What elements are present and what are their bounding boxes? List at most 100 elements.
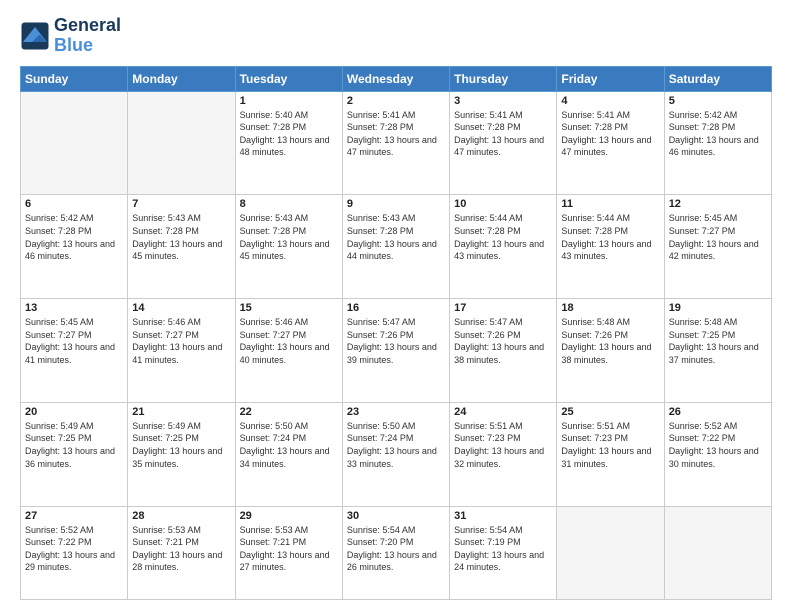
day-info: Sunrise: 5:43 AM Sunset: 7:28 PM Dayligh… [132, 212, 230, 262]
calendar-cell: 10 Sunrise: 5:44 AM Sunset: 7:28 PM Dayli… [450, 195, 557, 299]
day-info: Sunrise: 5:43 AM Sunset: 7:28 PM Dayligh… [240, 212, 338, 262]
day-info: Sunrise: 5:41 AM Sunset: 7:28 PM Dayligh… [561, 109, 659, 159]
calendar-header-row: SundayMondayTuesdayWednesdayThursdayFrid… [21, 66, 772, 91]
day-number: 6 [25, 198, 123, 210]
day-info: Sunrise: 5:43 AM Sunset: 7:28 PM Dayligh… [347, 212, 445, 262]
calendar-cell [664, 506, 771, 599]
calendar-cell: 1 Sunrise: 5:40 AM Sunset: 7:28 PM Daylig… [235, 91, 342, 195]
day-number: 15 [240, 302, 338, 314]
day-info: Sunrise: 5:50 AM Sunset: 7:24 PM Dayligh… [347, 420, 445, 470]
day-number: 10 [454, 198, 552, 210]
calendar-cell: 12Sunrise: 5:45 AM Sunset: 7:27 PM Dayli… [664, 195, 771, 299]
day-number: 7 [132, 198, 230, 210]
day-info: Sunrise: 5:41 AM Sunset: 7:28 PM Dayligh… [347, 109, 445, 159]
calendar-cell: 24 Sunrise: 5:51 AM Sunset: 7:23 PM Dayli… [450, 402, 557, 506]
calendar-week-3: 13 Sunrise: 5:45 AM Sunset: 7:27 PM Dayli… [21, 299, 772, 403]
day-info: Sunrise: 5:45 AM Sunset: 7:27 PM Dayligh… [25, 316, 123, 366]
calendar-cell: 26 Sunrise: 5:52 AM Sunset: 7:22 PM Dayli… [664, 402, 771, 506]
calendar-cell: 21 Sunrise: 5:49 AM Sunset: 7:25 PM Dayli… [128, 402, 235, 506]
day-info: Sunrise: 5:46 AM Sunset: 7:27 PM Dayligh… [132, 316, 230, 366]
calendar-cell: 13 Sunrise: 5:45 AM Sunset: 7:27 PM Dayli… [21, 299, 128, 403]
calendar-week-4: 20 Sunrise: 5:49 AM Sunset: 7:25 PM Dayli… [21, 402, 772, 506]
calendar-cell: 9Sunrise: 5:43 AM Sunset: 7:28 PM Daylig… [342, 195, 449, 299]
calendar-cell: 6 Sunrise: 5:42 AM Sunset: 7:28 PM Daylig… [21, 195, 128, 299]
calendar-cell: 30 Sunrise: 5:54 AM Sunset: 7:20 PM Dayli… [342, 506, 449, 599]
day-info: Sunrise: 5:48 AM Sunset: 7:25 PM Dayligh… [669, 316, 767, 366]
day-number: 16 [347, 302, 445, 314]
day-info: Sunrise: 5:49 AM Sunset: 7:25 PM Dayligh… [25, 420, 123, 470]
calendar: SundayMondayTuesdayWednesdayThursdayFrid… [20, 66, 772, 600]
day-info: Sunrise: 5:42 AM Sunset: 7:28 PM Dayligh… [669, 109, 767, 159]
calendar-cell: 31 Sunrise: 5:54 AM Sunset: 7:19 PM Dayli… [450, 506, 557, 599]
day-info: Sunrise: 5:45 AM Sunset: 7:27 PM Dayligh… [669, 212, 767, 262]
day-number: 31 [454, 510, 552, 522]
day-number: 11 [561, 198, 659, 210]
day-header-thursday: Thursday [450, 66, 557, 91]
day-number: 21 [132, 406, 230, 418]
day-info: Sunrise: 5:51 AM Sunset: 7:23 PM Dayligh… [454, 420, 552, 470]
day-number: 27 [25, 510, 123, 522]
day-number: 18 [561, 302, 659, 314]
day-header-sunday: Sunday [21, 66, 128, 91]
calendar-week-5: 27Sunrise: 5:52 AM Sunset: 7:22 PM Dayli… [21, 506, 772, 599]
day-number: 20 [25, 406, 123, 418]
day-info: Sunrise: 5:42 AM Sunset: 7:28 PM Dayligh… [25, 212, 123, 262]
calendar-cell: 7 Sunrise: 5:43 AM Sunset: 7:28 PM Daylig… [128, 195, 235, 299]
calendar-cell [128, 91, 235, 195]
page: GeneralBlue SundayMondayTuesdayWednesday… [0, 0, 792, 612]
calendar-cell: 25 Sunrise: 5:51 AM Sunset: 7:23 PM Dayli… [557, 402, 664, 506]
day-info: Sunrise: 5:54 AM Sunset: 7:19 PM Dayligh… [454, 524, 552, 574]
day-number: 25 [561, 406, 659, 418]
day-number: 13 [25, 302, 123, 314]
calendar-cell [21, 91, 128, 195]
calendar-week-1: 1 Sunrise: 5:40 AM Sunset: 7:28 PM Daylig… [21, 91, 772, 195]
day-number: 22 [240, 406, 338, 418]
day-info: Sunrise: 5:48 AM Sunset: 7:26 PM Dayligh… [561, 316, 659, 366]
logo-line1: GeneralBlue [54, 16, 121, 56]
day-info: Sunrise: 5:47 AM Sunset: 7:26 PM Dayligh… [454, 316, 552, 366]
day-number: 14 [132, 302, 230, 314]
day-number: 3 [454, 95, 552, 107]
calendar-cell: 8 Sunrise: 5:43 AM Sunset: 7:28 PM Daylig… [235, 195, 342, 299]
day-info: Sunrise: 5:44 AM Sunset: 7:28 PM Dayligh… [454, 212, 552, 262]
day-info: Sunrise: 5:52 AM Sunset: 7:22 PM Dayligh… [669, 420, 767, 470]
day-number: 24 [454, 406, 552, 418]
logo-text: GeneralBlue [54, 16, 121, 56]
day-info: Sunrise: 5:51 AM Sunset: 7:23 PM Dayligh… [561, 420, 659, 470]
calendar-cell: 20 Sunrise: 5:49 AM Sunset: 7:25 PM Dayli… [21, 402, 128, 506]
calendar-cell: 29Sunrise: 5:53 AM Sunset: 7:21 PM Dayli… [235, 506, 342, 599]
day-info: Sunrise: 5:49 AM Sunset: 7:25 PM Dayligh… [132, 420, 230, 470]
day-info: Sunrise: 5:40 AM Sunset: 7:28 PM Dayligh… [240, 109, 338, 159]
day-number: 17 [454, 302, 552, 314]
day-info: Sunrise: 5:41 AM Sunset: 7:28 PM Dayligh… [454, 109, 552, 159]
calendar-cell: 18 Sunrise: 5:48 AM Sunset: 7:26 PM Dayli… [557, 299, 664, 403]
day-info: Sunrise: 5:44 AM Sunset: 7:28 PM Dayligh… [561, 212, 659, 262]
day-number: 1 [240, 95, 338, 107]
day-number: 5 [669, 95, 767, 107]
calendar-cell: 19 Sunrise: 5:48 AM Sunset: 7:25 PM Dayli… [664, 299, 771, 403]
day-number: 4 [561, 95, 659, 107]
day-header-tuesday: Tuesday [235, 66, 342, 91]
day-header-wednesday: Wednesday [342, 66, 449, 91]
logo: GeneralBlue [20, 16, 121, 56]
day-number: 19 [669, 302, 767, 314]
calendar-cell: 2Sunrise: 5:41 AM Sunset: 7:28 PM Daylig… [342, 91, 449, 195]
day-number: 26 [669, 406, 767, 418]
day-number: 8 [240, 198, 338, 210]
day-info: Sunrise: 5:53 AM Sunset: 7:21 PM Dayligh… [132, 524, 230, 574]
calendar-cell: 28Sunrise: 5:53 AM Sunset: 7:21 PM Dayli… [128, 506, 235, 599]
calendar-cell: 5 Sunrise: 5:42 AM Sunset: 7:28 PM Daylig… [664, 91, 771, 195]
day-number: 30 [347, 510, 445, 522]
day-info: Sunrise: 5:53 AM Sunset: 7:21 PM Dayligh… [240, 524, 338, 574]
day-header-saturday: Saturday [664, 66, 771, 91]
calendar-week-2: 6 Sunrise: 5:42 AM Sunset: 7:28 PM Daylig… [21, 195, 772, 299]
day-number: 23 [347, 406, 445, 418]
calendar-cell: 14 Sunrise: 5:46 AM Sunset: 7:27 PM Dayli… [128, 299, 235, 403]
calendar-cell: 17 Sunrise: 5:47 AM Sunset: 7:26 PM Dayli… [450, 299, 557, 403]
calendar-cell [557, 506, 664, 599]
logo-icon [20, 21, 50, 51]
day-info: Sunrise: 5:54 AM Sunset: 7:20 PM Dayligh… [347, 524, 445, 574]
day-header-monday: Monday [128, 66, 235, 91]
day-header-friday: Friday [557, 66, 664, 91]
calendar-cell: 27Sunrise: 5:52 AM Sunset: 7:22 PM Dayli… [21, 506, 128, 599]
